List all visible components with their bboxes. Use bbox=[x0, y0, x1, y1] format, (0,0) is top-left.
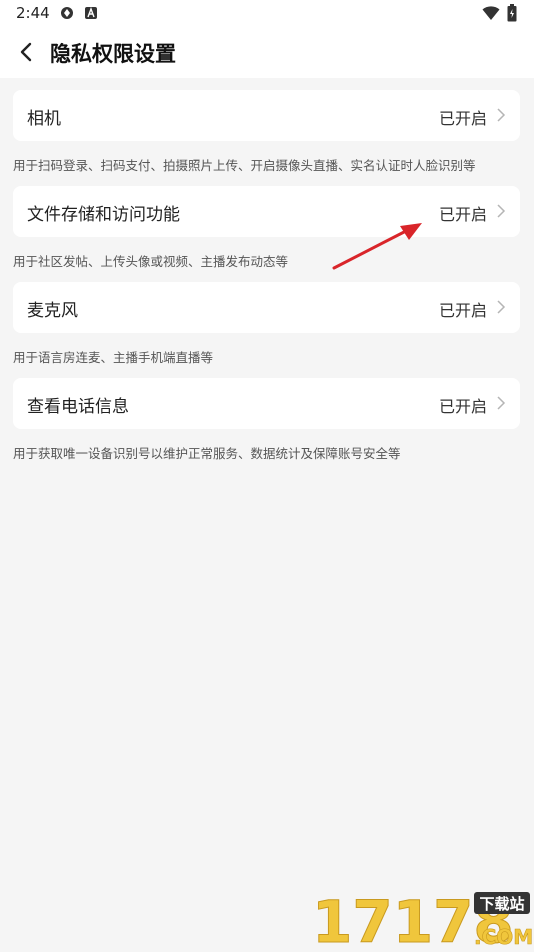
status-time: 2:44 bbox=[16, 4, 50, 22]
chevron-right-icon bbox=[497, 108, 506, 122]
chevron-right-icon bbox=[497, 300, 506, 314]
permission-storage-row[interactable]: 文件存储和访问功能 已开启 bbox=[13, 186, 520, 237]
sync-icon bbox=[61, 7, 73, 19]
permission-phone-info-row[interactable]: 查看电话信息 已开启 bbox=[13, 378, 520, 429]
watermark-logo: 17178 下载站 .COM bbox=[312, 888, 534, 952]
status-bar: 2:44 bbox=[0, 0, 534, 26]
back-button[interactable] bbox=[10, 36, 42, 68]
permission-status: 已开启 bbox=[438, 109, 487, 128]
app-a-icon bbox=[85, 7, 97, 19]
chevron-left-icon bbox=[20, 42, 32, 62]
permission-title: 文件存储和访问功能 bbox=[27, 205, 180, 225]
permission-description: 用于获取唯一设备识别号以维护正常服务、数据统计及保障账号安全等 bbox=[13, 446, 401, 461]
battery-icon bbox=[507, 4, 517, 22]
header-bar: 隐私权限设置 bbox=[0, 26, 534, 78]
watermark-tag: 下载站 bbox=[479, 895, 524, 913]
annotation-arrow-icon bbox=[332, 223, 422, 270]
watermark-domain: .COM bbox=[474, 925, 532, 948]
permission-status: 已开启 bbox=[438, 397, 487, 416]
permission-microphone-row[interactable]: 麦克风 已开启 bbox=[13, 282, 520, 333]
permission-description: 用于社区发帖、上传头像或视频、主播发布动态等 bbox=[13, 254, 289, 269]
chevron-right-icon bbox=[497, 396, 506, 410]
page-title: 隐私权限设置 bbox=[50, 42, 176, 66]
permission-title: 麦克风 bbox=[27, 301, 78, 321]
permission-description: 用于语言房连麦、主播手机端直播等 bbox=[13, 350, 214, 365]
permission-status: 已开启 bbox=[438, 205, 487, 224]
permission-description: 用于扫码登录、扫码支付、拍摄照片上传、开启摄像头直播、实名认证时人脸识别等 bbox=[13, 158, 476, 173]
chevron-right-icon bbox=[497, 204, 506, 218]
permission-title: 查看电话信息 bbox=[27, 397, 129, 417]
wifi-icon bbox=[482, 6, 500, 20]
watermark-logo-icon: 17178 下载站 .COM bbox=[312, 888, 534, 952]
permission-status: 已开启 bbox=[438, 301, 487, 320]
permission-title: 相机 bbox=[27, 109, 61, 129]
permission-camera-row[interactable]: 相机 已开启 bbox=[13, 90, 520, 141]
